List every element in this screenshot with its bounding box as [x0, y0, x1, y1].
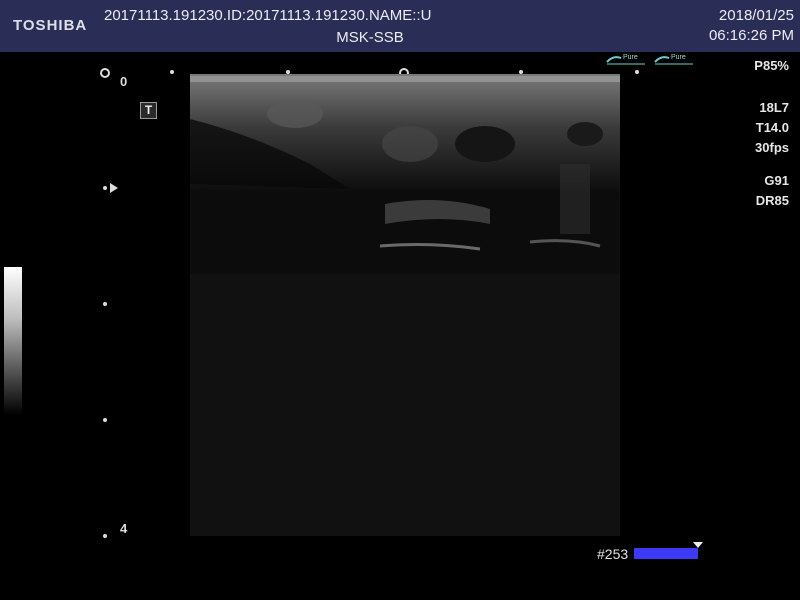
depth-tick: [103, 534, 107, 538]
patient-id-line: 20171113.191230.ID:20171113.191230.NAME:…: [104, 7, 432, 24]
exam-preset: MSK-SSB: [336, 29, 404, 46]
depth-top-marker: [100, 68, 110, 78]
mode-icons: Pure Pure: [605, 53, 695, 67]
focus-marker-icon[interactable]: [110, 183, 118, 193]
depth-top-label: 0: [120, 74, 128, 89]
grayscale-bar: [4, 267, 22, 415]
depth-tick: [103, 418, 107, 422]
cine-position-caret-icon[interactable]: [693, 542, 703, 548]
power-value: P85%: [754, 58, 789, 73]
header-bar: TOSHIBA 20171113.191230.ID:20171113.1912…: [0, 0, 800, 52]
cine-progress-bar[interactable]: [634, 548, 698, 559]
frame-number: #253: [597, 546, 629, 562]
pure-mode-label-2: Pure: [671, 54, 686, 61]
gain-value: G91: [764, 173, 789, 188]
depth-tick: [103, 302, 107, 306]
pure-mode-label-1: Pure: [623, 54, 638, 61]
exam-time: 06:16:26 PM: [708, 27, 794, 44]
ultrasound-image-svg: [190, 74, 620, 536]
tissue-value: T14.0: [755, 120, 789, 135]
dynamic-range-value: DR85: [755, 193, 789, 208]
depth-tick: [103, 186, 107, 190]
ultrasound-image[interactable]: [190, 74, 620, 536]
frame-rate-value: 30fps: [755, 140, 789, 155]
t-icon[interactable]: T: [140, 102, 157, 119]
depth-bottom-label: 4: [120, 521, 128, 536]
lateral-tick: [635, 70, 639, 74]
probe-value: 18L7: [759, 100, 789, 115]
exam-date: 2018/01/25: [718, 7, 794, 24]
lateral-tick: [170, 70, 174, 74]
